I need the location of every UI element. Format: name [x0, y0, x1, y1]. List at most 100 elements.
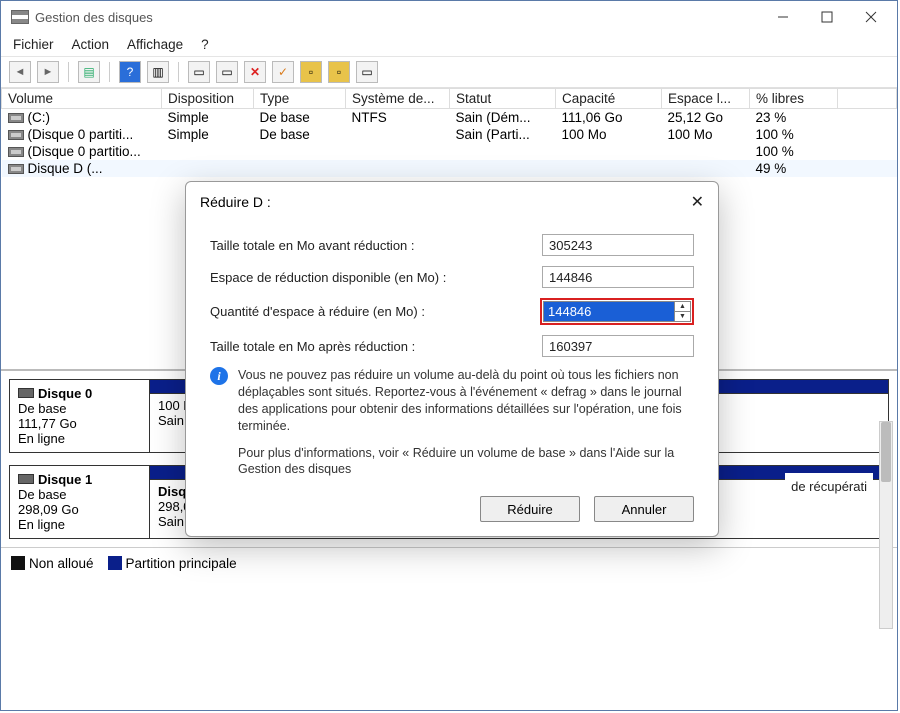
table-row[interactable]: Disque D (... 49 %: [2, 160, 897, 177]
dialog-title: Réduire D :: [200, 194, 691, 210]
disk-size: 298,09 Go: [18, 502, 141, 517]
tool-button-6[interactable]: ▭: [356, 61, 378, 83]
cell: [556, 143, 662, 160]
cell: 100 %: [750, 126, 838, 143]
cell: Disque D (...: [28, 161, 103, 176]
volume-icon: [8, 113, 24, 123]
dialog-close-button[interactable]: ✕: [691, 192, 704, 212]
cell: 23 %: [750, 109, 838, 127]
help-button[interactable]: ?: [119, 61, 141, 83]
spinner-up-icon[interactable]: ▲: [675, 302, 690, 312]
tool-button-3[interactable]: ✓: [272, 61, 294, 83]
cell: [662, 143, 750, 160]
menu-file[interactable]: Fichier: [13, 37, 54, 52]
table-header-row: Volume Disposition Type Système de... St…: [2, 89, 897, 109]
show-hide-tree-button[interactable]: ▤: [78, 61, 100, 83]
cell: Sain (Parti...: [450, 126, 556, 143]
info-row-1: i Vous ne pouvez pas réduire un volume a…: [210, 367, 694, 435]
cell: [254, 160, 346, 177]
label: Taille totale en Mo après réduction :: [210, 339, 542, 354]
cell: De base: [254, 126, 346, 143]
cell: 111,06 Go: [556, 109, 662, 127]
info-icon: i: [210, 367, 228, 385]
cell: De base: [254, 109, 346, 127]
cancel-button[interactable]: Annuler: [594, 496, 694, 522]
back-button[interactable]: [9, 61, 31, 83]
shrink-button[interactable]: Réduire: [480, 496, 580, 522]
cell: Simple: [162, 126, 254, 143]
window-title: Gestion des disques: [35, 10, 761, 25]
cell: [556, 160, 662, 177]
info-text: Pour plus d'informations, voir « Réduire…: [238, 445, 694, 479]
legend-label: Partition principale: [126, 556, 237, 571]
volume-icon: [8, 130, 24, 140]
spinner-buttons[interactable]: ▲▼: [675, 301, 691, 322]
volume-table: Volume Disposition Type Système de... St…: [1, 88, 897, 177]
separator: [178, 62, 179, 82]
disk-state: En ligne: [18, 517, 141, 532]
disk-state: En ligne: [18, 431, 141, 446]
disk-name: Disque 0: [38, 386, 92, 401]
delete-button[interactable]: ✕: [244, 61, 266, 83]
col-pctfree[interactable]: % libres: [750, 89, 838, 109]
field-row-available: Espace de réduction disponible (en Mo) :…: [210, 266, 694, 288]
cell: [346, 160, 450, 177]
minimize-button[interactable]: [761, 3, 805, 31]
disk-icon: [18, 388, 34, 398]
properties-button[interactable]: ▥: [147, 61, 169, 83]
table-row[interactable]: (Disque 0 partiti... Simple De base Sain…: [2, 126, 897, 143]
cell: [254, 143, 346, 160]
disk-info: Disque 1 De base 298,09 Go En ligne: [10, 466, 150, 538]
dialog-buttons: Réduire Annuler: [186, 492, 718, 522]
separator: [68, 62, 69, 82]
col-capacity[interactable]: Capacité: [556, 89, 662, 109]
cell: 100 Mo: [662, 126, 750, 143]
col-fs[interactable]: Système de...: [346, 89, 450, 109]
menubar: Fichier Action Affichage ?: [1, 33, 897, 57]
table-row[interactable]: (Disque 0 partitio... 100 %: [2, 143, 897, 160]
field-row-total-after: Taille totale en Mo après réduction : 16…: [210, 335, 694, 357]
table-row[interactable]: (C:) Simple De base NTFS Sain (Dém... 11…: [2, 109, 897, 127]
maximize-button[interactable]: [805, 3, 849, 31]
forward-button[interactable]: [37, 61, 59, 83]
shrink-amount-input[interactable]: [543, 301, 675, 322]
disk-info: Disque 0 De base 111,77 Go En ligne: [10, 380, 150, 452]
col-volume[interactable]: Volume: [2, 89, 162, 109]
tool-button-4[interactable]: ▫: [300, 61, 322, 83]
scrollbar-thumb[interactable]: [881, 422, 891, 482]
legend-swatch-primary: [108, 556, 122, 570]
value-available: 144846: [542, 266, 694, 288]
spinner-down-icon[interactable]: ▼: [675, 312, 690, 321]
label: Taille totale en Mo avant réduction :: [210, 238, 542, 253]
col-empty: [838, 89, 897, 109]
tool-button-1[interactable]: ▭: [188, 61, 210, 83]
tool-button-2[interactable]: ▭: [216, 61, 238, 83]
close-button[interactable]: [849, 3, 893, 31]
vertical-scrollbar[interactable]: [879, 421, 893, 629]
cell: [450, 143, 556, 160]
field-row-total-before: Taille totale en Mo avant réduction : 30…: [210, 234, 694, 256]
disk-icon: [18, 474, 34, 484]
cell: Sain (Dém...: [450, 109, 556, 127]
shrink-amount-spinner[interactable]: ▲▼: [543, 301, 691, 322]
recovery-partition-fragment: de récupérati: [785, 473, 873, 500]
label: Quantité d'espace à réduire (en Mo) :: [210, 304, 540, 319]
col-status[interactable]: Statut: [450, 89, 556, 109]
cell: 25,12 Go: [662, 109, 750, 127]
col-type[interactable]: Type: [254, 89, 346, 109]
separator: [109, 62, 110, 82]
col-layout[interactable]: Disposition: [162, 89, 254, 109]
menu-action[interactable]: Action: [72, 37, 110, 52]
value-total-after: 160397: [542, 335, 694, 357]
col-free[interactable]: Espace l...: [662, 89, 750, 109]
cell: [662, 160, 750, 177]
menu-view[interactable]: Affichage: [127, 37, 183, 52]
legend: Non alloué Partition principale: [1, 547, 897, 577]
label: Espace de réduction disponible (en Mo) :: [210, 270, 542, 285]
info-row-2: Pour plus d'informations, voir « Réduire…: [238, 445, 694, 479]
menu-help[interactable]: ?: [201, 37, 209, 52]
tool-button-5[interactable]: ▫: [328, 61, 350, 83]
cell: (Disque 0 partiti...: [28, 127, 134, 142]
disk-type: De base: [18, 401, 141, 416]
shrink-dialog: Réduire D : ✕ Taille totale en Mo avant …: [185, 181, 719, 537]
